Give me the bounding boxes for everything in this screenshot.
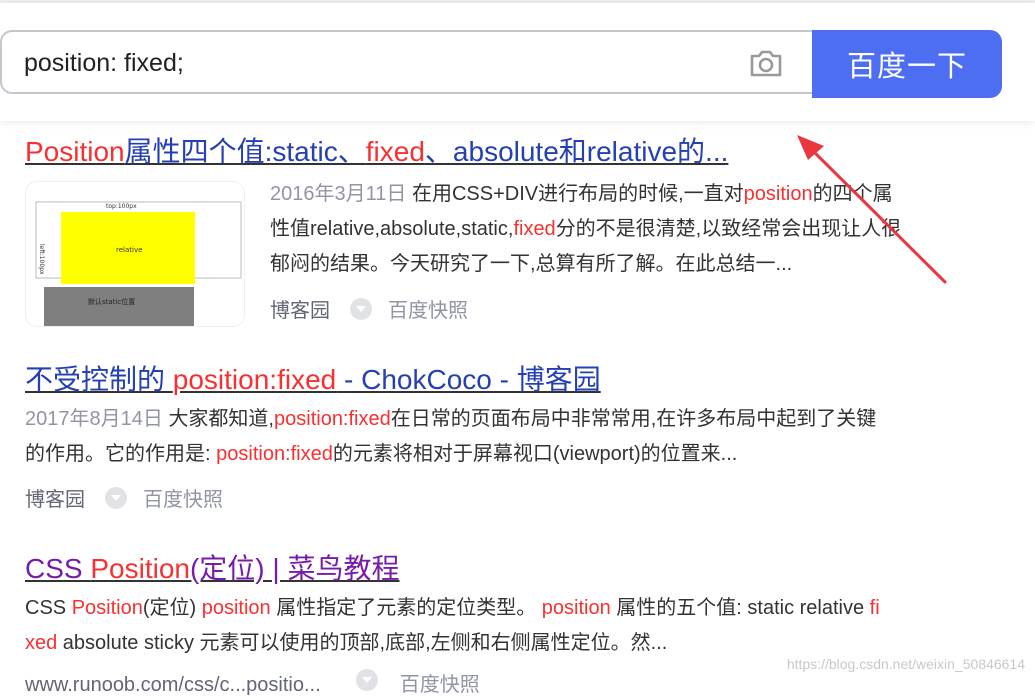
snippet-highlight: position [743, 183, 813, 205]
snippet-highlight: fixed [513, 218, 556, 240]
snapshot-link[interactable]: 百度快照 [143, 483, 223, 512]
snippet-text: 的元素将相对于屏幕视口(viewport)的位置来... [332, 443, 738, 465]
snippet-highlight: xed [25, 632, 58, 654]
result-snippet: 2016年3月11日 在用CSS+DIV进行布局的时候,一直对position的… [270, 177, 990, 282]
search-button[interactable]: 百度一下 [812, 30, 1002, 98]
snippet-line: 性值relative,absolute,static,fixed分的不是很清楚,… [270, 212, 990, 247]
chevron-down-icon[interactable] [105, 486, 127, 509]
thumbnail-diagram: top:100px left:100px relative 默认static位置 [26, 182, 244, 326]
snippet-line: 郁闷的结果。今天研究了一下,总算有所了解。在此总结一... [270, 247, 990, 282]
snippet-text: 在日常的页面布局中非常常用,在许多布局中起到了关键 [390, 408, 877, 430]
thumb-left-label: left:100px [38, 244, 45, 275]
snippet-line: CSS Position(定位) position 属性指定了元素的定位类型。 … [25, 591, 1015, 626]
snippet-text: (定位) [142, 597, 202, 619]
snippet-text: 大家都知道, [168, 408, 274, 430]
snippet-highlight: Position [71, 597, 143, 619]
source-name[interactable]: 博客园 [270, 294, 330, 323]
result-snippet: 2017年8月14日 大家都知道,position:fixed在日常的页面布局中… [25, 402, 1015, 472]
snippet-text: CSS [25, 597, 72, 619]
snippet-text: 的作用。它的作用是: [25, 443, 217, 465]
title-highlight: Position [25, 136, 125, 167]
snippet-text: 在用CSS+DIV进行布局的时候,一直对 [411, 183, 744, 205]
result-title-link[interactable]: 不受控制的 position:fixed - ChokCoco - 博客园 [25, 358, 601, 398]
source-url[interactable]: www.runoob.com/css/c...positio... [25, 674, 321, 696]
title-highlight: fixed [365, 136, 425, 167]
snippet-text: 分的不是很清楚,以致经常会出现让人很 [555, 218, 902, 240]
snippet-text: 性值relative,absolute,static, [270, 218, 514, 240]
thumb-box-label: relative [116, 246, 142, 254]
result-snippet: CSS Position(定位) position 属性指定了元素的定位类型。 … [25, 591, 1015, 661]
snippet-line: 的作用。它的作用是: position:fixed的元素将相对于屏幕视口(vie… [25, 437, 1015, 472]
snippet-text: 属性的五个值: static relative [610, 597, 870, 619]
result-date: 2017年8月14日 [25, 408, 163, 430]
snippet-highlight: fi [869, 597, 880, 619]
search-input[interactable] [24, 46, 724, 80]
result-source-row: 博客园 百度快照 [270, 294, 468, 323]
snippet-highlight: position:fixed [274, 408, 391, 430]
thumb-top-label: top:100px [106, 203, 137, 210]
snippet-text: 郁闷的结果。今天研究了一下,总算有所了解。在此总结一... [270, 253, 793, 275]
snippet-highlight: position [541, 597, 611, 619]
title-text: 、absolute和relative的... [424, 136, 729, 167]
result-thumbnail[interactable]: top:100px left:100px relative 默认static位置 [25, 181, 245, 327]
snippet-text: 属性指定了元素的定位类型。 [270, 597, 542, 619]
result-title-link[interactable]: CSS Position(定位) | 菜鸟教程 [25, 547, 399, 587]
title-highlight: position:fixed [172, 364, 337, 395]
result-source-row: 博客园 百度快照 [25, 483, 223, 512]
source-name[interactable]: 博客园 [25, 483, 85, 512]
snippet-line: 2016年3月11日 在用CSS+DIV进行布局的时候,一直对position的… [270, 177, 990, 212]
title-highlight: Position [90, 553, 190, 584]
title-text: 不受控制的 [25, 364, 173, 395]
result-date: 2016年3月11日 [270, 183, 407, 205]
watermark: https://blog.csdn.net/weixin_50846614 [786, 656, 1025, 672]
title-text: (定位) | 菜鸟教程 [189, 553, 400, 584]
snippet-text: absolute sticky 元素可以使用的顶部,底部,左侧和右侧属性定位。然… [57, 632, 668, 654]
search-box[interactable] [0, 30, 812, 94]
search-header: 百度一下 [0, 3, 1035, 121]
snapshot-link[interactable]: 百度快照 [400, 674, 480, 696]
chevron-down-icon[interactable] [356, 669, 379, 691]
snippet-line: 2017年8月14日 大家都知道,position:fixed在日常的页面布局中… [25, 402, 1015, 437]
snapshot-link[interactable]: 百度快照 [388, 294, 468, 323]
snippet-text: 的四个属 [812, 183, 893, 205]
title-text: CSS [25, 553, 91, 584]
snippet-highlight: position [201, 597, 271, 619]
camera-icon[interactable] [748, 47, 784, 79]
thumb-bottom-label: 默认static位置 [88, 297, 135, 306]
title-text: - ChokCoco - 博客园 [336, 364, 601, 395]
snippet-highlight: position:fixed [216, 443, 333, 465]
title-text: 属性四个值:static、 [124, 136, 366, 167]
result-title-link[interactable]: Position属性四个值:static、fixed、absolute和rela… [25, 130, 728, 170]
chevron-down-icon[interactable] [350, 297, 372, 320]
result-source-row: www.runoob.com/css/c...positio... 百度快照 [25, 668, 480, 697]
